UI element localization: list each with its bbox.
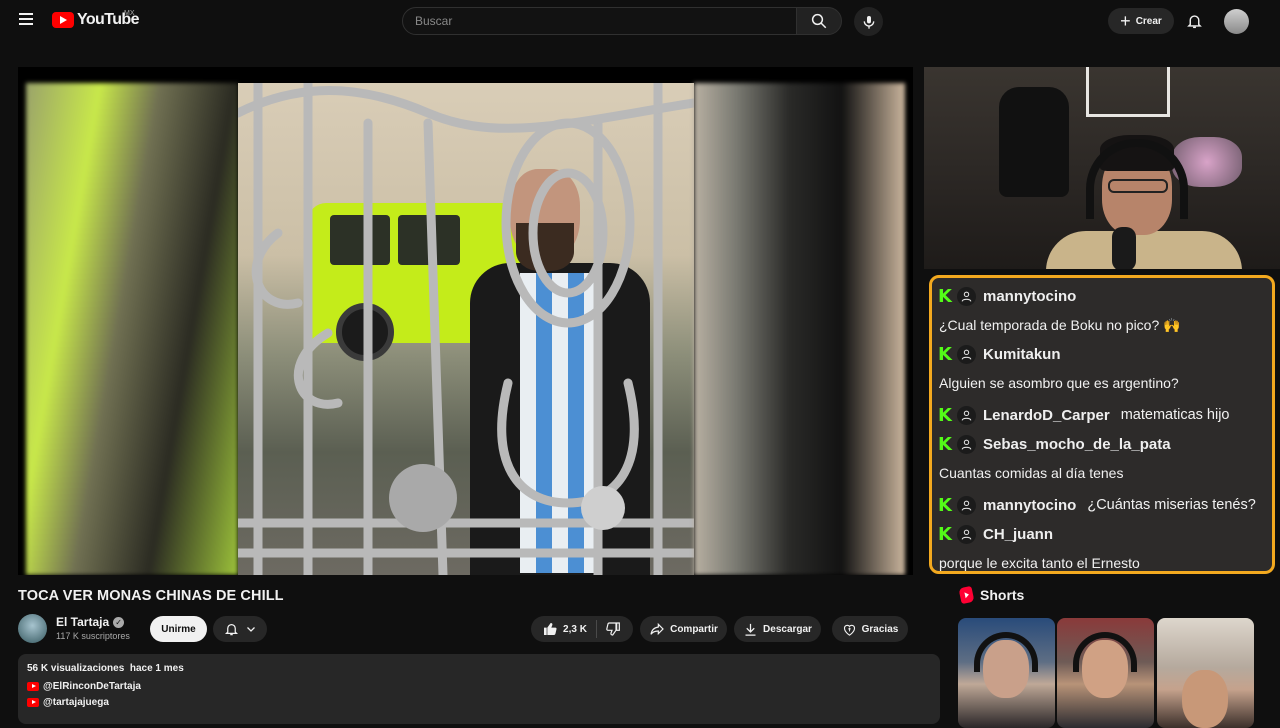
user-icon: [957, 524, 976, 544]
kick-icon: K: [938, 285, 952, 307]
description-link[interactable]: @ElRinconDeTartaja: [27, 681, 931, 692]
chat-username: CH_juann: [983, 525, 1054, 543]
chat-message: K mannytocino ¿Cual temporada de Boku no…: [938, 283, 1266, 341]
share-label: Compartir: [670, 623, 718, 635]
thanks-heart-icon: [843, 624, 855, 636]
youtube-mini-icon: [27, 682, 39, 691]
chat-message: K mannytocino ¿Cuántas miserias tenés?: [938, 489, 1266, 521]
download-icon: [745, 623, 756, 636]
channel-avatar[interactable]: [18, 614, 47, 643]
channel-link-2[interactable]: @tartajajuega: [43, 697, 109, 708]
shorts-heading-text: Shorts: [980, 587, 1025, 603]
verified-icon: ✓: [113, 616, 125, 628]
create-label: Crear: [1135, 15, 1162, 27]
user-icon: [957, 434, 976, 454]
chat-overlay: K mannytocino ¿Cual temporada de Boku no…: [929, 275, 1275, 574]
join-button[interactable]: Unirme: [150, 616, 207, 642]
view-count: 56 K visualizaciones: [27, 663, 125, 674]
download-button[interactable]: Descargar: [734, 616, 821, 642]
youtube-mini-icon: [27, 698, 39, 707]
streamer-webcam: [924, 67, 1280, 269]
video-blur-right: [694, 83, 905, 575]
microphone: [1112, 227, 1136, 269]
chat-message: K Sebas_mocho_de_la_pata Cuantas comidas…: [938, 431, 1266, 489]
streamer-shirt: [1046, 231, 1242, 269]
channel-link-1[interactable]: @ElRinconDeTartaja: [43, 681, 141, 692]
user-icon: [957, 495, 976, 515]
short-thumbnail[interactable]: [1057, 618, 1154, 728]
chat-text: Alguien se asombro que es argentino?: [939, 375, 1179, 391]
kick-icon: K: [938, 343, 952, 365]
chat-username: Sebas_mocho_de_la_pata: [983, 435, 1171, 453]
logo-country-code: MX: [124, 10, 135, 17]
subscriber-count: 117 K suscriptores: [56, 631, 130, 641]
menu-icon[interactable]: [14, 10, 38, 32]
chat-text: ¿Cuántas miserias tenés?: [1087, 496, 1256, 513]
search-box: [402, 7, 797, 35]
download-label: Descargar: [763, 623, 812, 635]
short-thumbnail[interactable]: [958, 618, 1055, 728]
account-avatar[interactable]: [1224, 9, 1249, 34]
share-icon: [650, 622, 664, 636]
youtube-logo[interactable]: YouTube MX: [52, 10, 139, 29]
youtube-play-icon: [52, 12, 74, 28]
shorts-heading: Shorts: [958, 585, 1025, 605]
chat-username: Kumitakun: [983, 345, 1061, 363]
bell-icon: [224, 624, 238, 636]
video-frame: [238, 83, 694, 575]
kick-icon: K: [938, 494, 952, 516]
plus-icon: +: [1120, 11, 1131, 31]
chat-message: K CH_juann porque le excita tanto el Ern…: [938, 521, 1266, 571]
kick-icon: K: [938, 404, 952, 426]
user-icon: [957, 286, 976, 306]
glasses: [1108, 179, 1168, 193]
bell-icon: [1186, 15, 1202, 29]
search-input[interactable]: [403, 14, 796, 28]
shelf: [1086, 67, 1170, 117]
microphone-icon: [863, 15, 874, 29]
channel-name[interactable]: El Tartaja ✓: [56, 615, 125, 629]
hanging-jacket: [999, 87, 1069, 197]
share-button[interactable]: Compartir: [640, 616, 727, 642]
user-icon: [957, 405, 976, 425]
shorts-icon: [958, 585, 975, 605]
channel-name-text: El Tartaja: [56, 615, 110, 629]
chat-message: K LenardoD_Carper matematicas hijo: [938, 399, 1266, 431]
video-blur-left: [26, 83, 238, 575]
chat-username: mannytocino: [983, 287, 1077, 305]
chat-username: mannytocino: [983, 496, 1077, 514]
description-meta: 56 K visualizaciones hace 1 mes: [27, 663, 931, 674]
subscribe-notifications-button[interactable]: [213, 616, 267, 642]
search-button[interactable]: [796, 7, 842, 35]
description-link[interactable]: @tartajajuega: [27, 697, 931, 708]
chat-text: ¿Cual temporada de Boku no pico? 🙌: [939, 317, 1181, 333]
create-button[interactable]: + Crear: [1108, 8, 1174, 34]
chat-message: K Kumitakun Alguien se asombro que es ar…: [938, 341, 1266, 399]
voice-search-button[interactable]: [854, 7, 883, 36]
like-count[interactable]: 2,3 K: [563, 624, 587, 635]
upload-date: hace 1 mes: [129, 663, 184, 674]
kick-icon: K: [938, 523, 952, 545]
like-dislike-group: 2,3 K: [531, 616, 633, 642]
like-icon[interactable]: [542, 621, 558, 637]
thanks-button[interactable]: Gracias: [832, 616, 908, 642]
description-box[interactable]: 56 K visualizaciones hace 1 mes @ElRinco…: [18, 654, 940, 724]
chat-text: Cuantas comidas al día tenes: [939, 465, 1124, 481]
video-title: TOCA VER MONAS CHINAS DE CHILL: [18, 588, 284, 604]
top-bar: YouTube MX + Crear: [0, 0, 1280, 42]
search-icon: [811, 13, 827, 29]
chat-text: porque le excita tanto el Ernesto: [939, 555, 1140, 571]
chat-username: LenardoD_Carper: [983, 406, 1110, 424]
video-player[interactable]: [18, 67, 913, 575]
user-icon: [957, 344, 976, 364]
thanks-label: Gracias: [861, 623, 899, 635]
chat-text: matematicas hijo: [1120, 406, 1230, 423]
chevron-down-icon: [246, 627, 255, 632]
kick-icon: K: [938, 433, 952, 455]
notifications-button[interactable]: [1184, 10, 1204, 32]
dislike-icon[interactable]: [606, 621, 622, 637]
short-thumbnail[interactable]: [1157, 618, 1254, 728]
